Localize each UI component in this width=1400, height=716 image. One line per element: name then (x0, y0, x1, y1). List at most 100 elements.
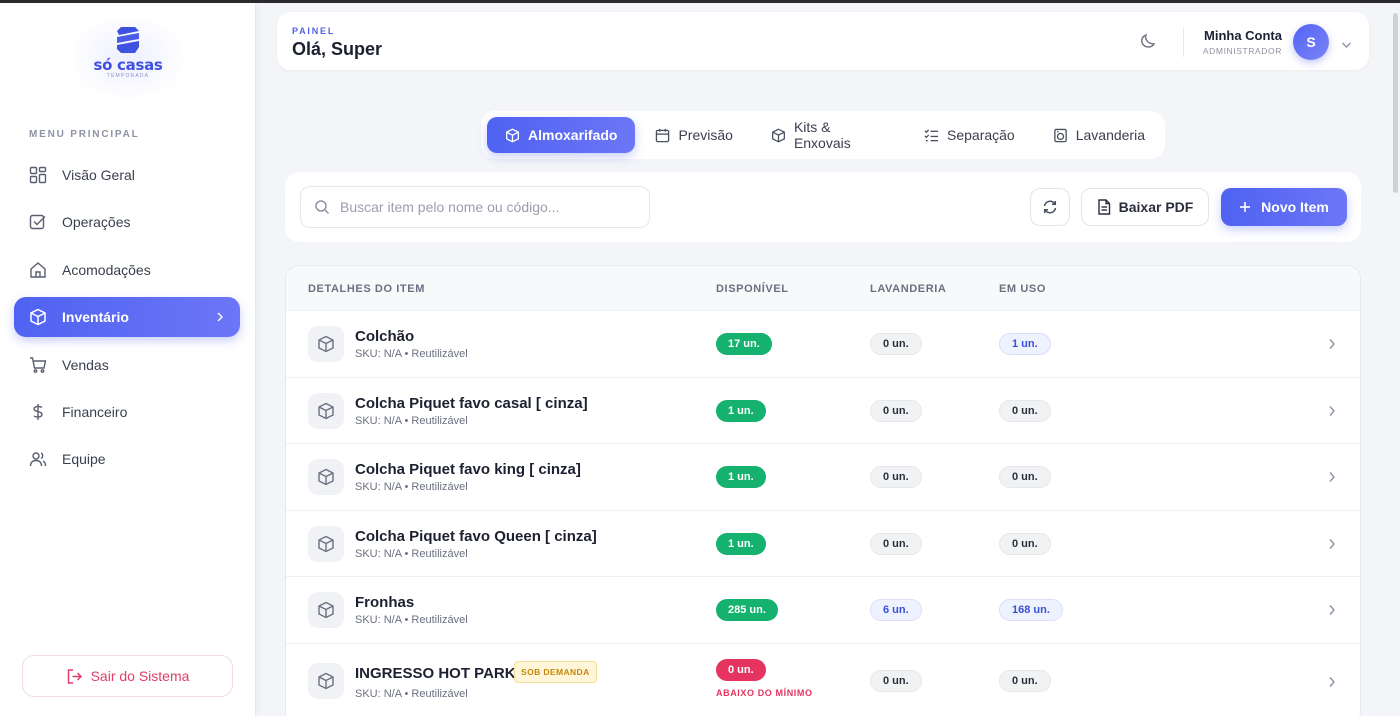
column-header-details[interactable]: DETALHES DO ITEM (308, 283, 425, 295)
new-item-label: Novo Item (1261, 199, 1329, 215)
refresh-icon (1042, 199, 1058, 215)
header-divider (1183, 27, 1184, 57)
sidebar-item-label: Acomodações (62, 261, 151, 278)
table-row[interactable]: Colcha Piquet favo Queen [ cinza] SKU: N… (286, 511, 1360, 577)
sidebar-item-label: Equipe (62, 451, 106, 468)
laundry-badge: 6 un. (870, 599, 922, 621)
column-header-in-use[interactable]: EM USO (999, 283, 1046, 295)
available-badge: 285 un. (716, 599, 778, 621)
brand-name: só casas (93, 56, 163, 74)
calendar-icon (655, 128, 670, 143)
laundry-badge: 0 un. (870, 333, 922, 355)
in-use-badge: 0 un. (999, 399, 1051, 422)
tab-label: Previsão (678, 127, 733, 143)
available-badge: 1 un. (716, 532, 766, 555)
table-row[interactable]: INGRESSO HOT PARK SOB DEMANDA SKU: N/A •… (286, 644, 1360, 716)
item-box-icon (308, 525, 344, 562)
table-row[interactable]: Colchão SKU: N/A • Reutilizável 17 un. 0… (286, 311, 1360, 378)
logout-button[interactable]: Sair do Sistema (22, 655, 233, 697)
logout-label: Sair do Sistema (90, 668, 190, 684)
inventory-toolbar: Baixar PDF Novo Item (285, 172, 1361, 242)
column-header-laundry[interactable]: LAVANDERIA (870, 283, 946, 295)
sidebar-item-label: Visão Geral (62, 167, 135, 183)
logo-mark-icon (117, 27, 139, 53)
laundry-badge: 0 un. (870, 399, 922, 422)
available-badge: 0 un. (716, 658, 766, 681)
sidebar-item-label: Financeiro (62, 403, 128, 420)
account-name[interactable]: Minha Conta (1204, 28, 1282, 43)
dark-mode-toggle-icon[interactable] (1139, 33, 1157, 56)
inventory-tabs: Almoxarifado Previsão Kits & Enxovais Se… (481, 111, 1165, 159)
search-box[interactable] (300, 186, 650, 228)
item-sku: SKU: N/A • Reutilizável (355, 414, 468, 427)
tab-separacao[interactable]: Separação (906, 117, 1033, 153)
sidebar-item-acomodacoes[interactable]: Acomodações (14, 250, 240, 290)
sidebar-item-inventario[interactable]: Inventário (14, 297, 240, 338)
available-badge: 1 un. (716, 399, 766, 422)
table-row[interactable]: Colcha Piquet favo casal [ cinza] SKU: N… (286, 378, 1360, 444)
table-row[interactable]: Colcha Piquet favo king [ cinza] SKU: N/… (286, 444, 1360, 511)
chevron-right-icon[interactable] (1328, 675, 1336, 693)
item-name: INGRESSO HOT PARK (355, 664, 516, 682)
brand-sub: TEMPORADA (106, 73, 150, 79)
sidebar-item-visao-geral[interactable]: Visão Geral (14, 155, 240, 195)
top-header: PAINEL Olá, Super Minha Conta ADMINISTRA… (277, 12, 1369, 70)
item-name: Colcha Piquet favo king [ cinza] (355, 461, 581, 478)
tab-label: Separação (947, 127, 1015, 143)
column-header-available[interactable]: DISPONÍVEL (716, 283, 789, 295)
table-row[interactable]: Fronhas SKU: N/A • Reutilizável 285 un. … (286, 577, 1360, 644)
download-pdf-label: Baixar PDF (1118, 199, 1194, 215)
checkbox-icon (29, 213, 47, 231)
dollar-icon (29, 403, 47, 421)
item-sku: SKU: N/A • Reutilizável (355, 687, 468, 700)
on-demand-tag: SOB DEMANDA (514, 660, 597, 683)
chevron-down-icon[interactable] (1341, 36, 1352, 54)
item-box-icon (308, 459, 344, 495)
sidebar: só casas TEMPORADA MENU PRINCIPAL Visão … (0, 3, 256, 716)
sidebar-item-financeiro[interactable]: Financeiro (14, 392, 240, 432)
chevron-right-icon[interactable] (1328, 404, 1336, 422)
search-input[interactable] (340, 199, 640, 215)
tab-kits-enxovais[interactable]: Kits & Enxovais (753, 117, 904, 153)
box-icon (29, 308, 47, 326)
sidebar-item-label: Vendas (62, 356, 109, 373)
chevron-right-icon[interactable] (1328, 337, 1336, 355)
sidebar-item-vendas[interactable]: Vendas (14, 345, 240, 385)
chevron-right-icon[interactable] (1328, 470, 1336, 488)
tab-lavanderia[interactable]: Lavanderia (1035, 117, 1163, 153)
sidebar-item-operacoes[interactable]: Operações (14, 202, 240, 242)
home-icon (29, 261, 47, 279)
sidebar-item-label: Operações (62, 214, 131, 231)
grid-icon (29, 166, 47, 184)
item-sku: SKU: N/A • Reutilizável (355, 348, 468, 360)
account-role: ADMINISTRADOR (1202, 46, 1282, 56)
in-use-badge: 1 un. (999, 333, 1051, 355)
main-nav: Visão Geral Operações Acomodações Invent… (14, 155, 240, 487)
tab-almoxarifado[interactable]: Almoxarifado (487, 117, 636, 153)
tab-label: Kits & Enxovais (793, 119, 851, 151)
laundry-badge: 0 un. (870, 466, 922, 488)
item-name: Colchão (355, 328, 415, 345)
document-icon (1097, 199, 1111, 215)
inventory-table: DETALHES DO ITEM DISPONÍVEL LAVANDERIA E… (285, 265, 1361, 716)
refresh-button[interactable] (1030, 188, 1070, 226)
sidebar-item-equipe[interactable]: Equipe (14, 439, 240, 479)
item-sku: SKU: N/A • Reutilizável (355, 614, 468, 626)
item-name: Colcha Piquet favo Queen [ cinza] (355, 527, 597, 545)
in-use-badge: 0 un. (999, 669, 1051, 692)
page-scrollbar-thumb[interactable] (1393, 13, 1398, 193)
search-icon (314, 199, 330, 215)
chevron-right-icon[interactable] (1328, 603, 1336, 621)
new-item-button[interactable]: Novo Item (1221, 188, 1347, 226)
download-pdf-button[interactable]: Baixar PDF (1081, 188, 1209, 226)
item-name: Fronhas (355, 594, 415, 611)
item-sku: SKU: N/A • Reutilizável (355, 547, 468, 560)
tab-previsao[interactable]: Previsão (637, 117, 750, 153)
chevron-right-icon[interactable] (1328, 537, 1336, 555)
brand-logo[interactable]: só casas TEMPORADA (80, 25, 176, 87)
table-header: DETALHES DO ITEM DISPONÍVEL LAVANDERIA E… (286, 266, 1360, 311)
in-use-badge: 0 un. (999, 466, 1051, 488)
users-icon (29, 450, 47, 468)
box-icon (505, 128, 520, 143)
avatar[interactable]: S (1293, 24, 1329, 60)
